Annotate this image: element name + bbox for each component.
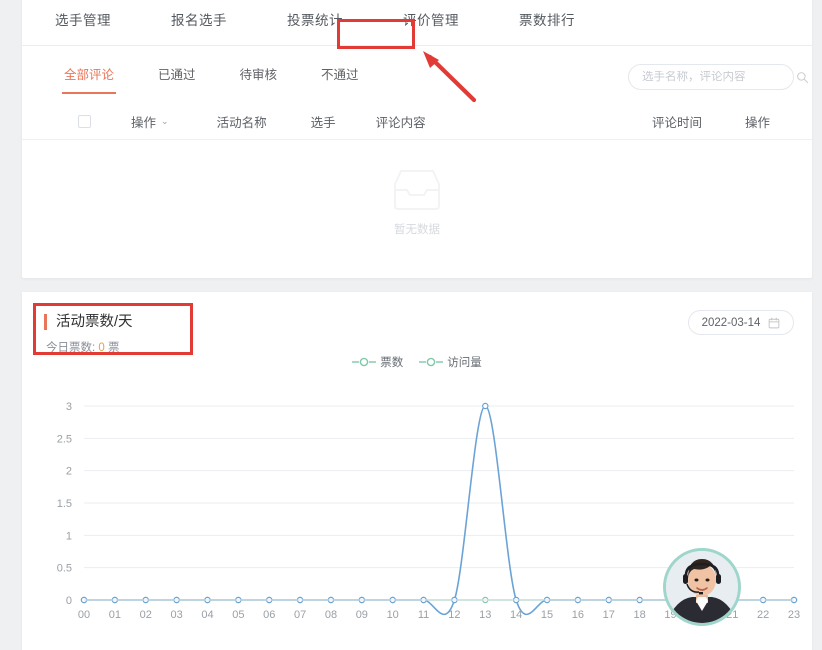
y-axis-tick-label: 2.5 (57, 433, 72, 445)
x-axis-tick-label: 16 (572, 609, 584, 621)
x-axis-tick-label: 14 (510, 609, 522, 621)
search-icon (797, 71, 809, 83)
x-axis-tick-label: 18 (634, 609, 646, 621)
avatar-image (666, 551, 738, 623)
x-axis-tick-label: 17 (603, 609, 615, 621)
y-axis-tick-label: 0 (66, 595, 72, 607)
y-axis-tick-label: 2 (66, 466, 72, 478)
column-header-operation[interactable]: 操作 ⌄ (131, 112, 169, 131)
tab-vote-ranking[interactable]: 票数排行 (519, 0, 575, 46)
tab-registered-contestants[interactable]: 报名选手 (171, 0, 227, 46)
y-axis-tick-label: 1.5 (57, 498, 72, 510)
filter-all-comments[interactable]: 全部评论 (61, 64, 117, 94)
column-header-player: 选手 (310, 116, 336, 130)
x-axis-tick-label: 00 (78, 609, 90, 621)
today-votes-unit: 票 (104, 342, 120, 354)
tab-evaluation-management[interactable]: 评价管理 (403, 0, 459, 46)
x-axis-tick-label: 07 (294, 609, 306, 621)
x-axis-tick-label: 15 (541, 609, 553, 621)
today-votes-label: 今日票数: (46, 342, 99, 354)
page-root: 选手管理 报名选手 投票统计 评价管理 票数排行 全部评论 已通过 待审核 不通… (0, 0, 822, 650)
column-header-time: 评论时间 (651, 116, 702, 130)
x-axis-tick-label: 02 (140, 609, 152, 621)
x-axis-tick-label: 11 (418, 609, 429, 621)
main-tab-bar: 选手管理 报名选手 投票统计 评价管理 票数排行 (22, 0, 812, 46)
column-header-activity: 活动名称 (216, 116, 267, 130)
empty-state-text: 暂无数据 (394, 224, 440, 236)
filter-approved[interactable]: 已通过 (158, 64, 196, 89)
customer-service-avatar[interactable] (663, 548, 741, 626)
y-axis-tick-label: 3 (66, 401, 72, 413)
search-input[interactable] (642, 71, 796, 83)
x-axis-tick-label: 04 (201, 609, 213, 621)
legend-label-visits: 访问量 (447, 357, 482, 369)
x-axis-tick-label: 13 (479, 609, 491, 621)
x-axis-tick-label: 01 (109, 609, 121, 621)
date-picker-value: 2022-03-14 (701, 316, 761, 329)
chart-title: 活动票数/天 (44, 314, 133, 330)
calendar-icon (769, 317, 780, 328)
x-axis-tick-label: 08 (325, 609, 337, 621)
y-axis-tick-label: 1 (66, 530, 72, 542)
x-axis-tick-label: 09 (356, 609, 368, 621)
chevron-down-icon: ⌄ (161, 116, 169, 126)
filter-pending-review[interactable]: 待审核 (240, 64, 278, 89)
column-header-operation-label: 操作 (131, 116, 157, 130)
x-axis-tick-label: 23 (788, 609, 800, 621)
tab-contestant-management[interactable]: 选手管理 (55, 0, 111, 46)
column-header-action: 操作 (744, 116, 770, 130)
legend-item-visits[interactable]: 访问量 (419, 354, 482, 370)
today-votes-summary: 今日票数: 0 票 (46, 339, 120, 355)
annotation-arrow-icon (423, 51, 477, 103)
x-axis-tick-label: 03 (170, 609, 182, 621)
search-box[interactable] (628, 64, 809, 90)
x-axis-tick-label: 22 (757, 609, 769, 621)
select-all-checkbox[interactable] (78, 115, 91, 128)
filter-rejected[interactable]: 不通过 (321, 64, 359, 89)
x-axis-tick-label: 10 (387, 609, 399, 621)
table-header-row: 操作 ⌄ 活动名称 选手 评论内容 评论时间 操作 (22, 104, 812, 140)
chart-legend: 票数 访问量 (22, 354, 812, 370)
date-picker[interactable]: 2022-03-14 (688, 310, 794, 335)
inbox-empty-icon (394, 170, 440, 210)
legend-label-votes: 票数 (380, 357, 404, 369)
x-axis-tick-label: 12 (448, 609, 460, 621)
x-axis-tick-label: 06 (263, 609, 275, 621)
empty-state: 暂无数据 (22, 166, 812, 237)
column-header-content: 评论内容 (375, 116, 426, 130)
legend-marker-visits-icon (419, 357, 444, 367)
data-point (482, 402, 489, 410)
x-axis-tick-label: 05 (232, 609, 244, 621)
comment-management-card: 选手管理 报名选手 投票统计 评价管理 票数排行 全部评论 已通过 待审核 不通… (22, 0, 812, 278)
legend-marker-votes-icon (352, 357, 377, 367)
y-axis-tick-label: 0.5 (57, 563, 72, 575)
legend-item-votes[interactable]: 票数 (352, 354, 403, 370)
tab-vote-statistics[interactable]: 投票统计 (287, 0, 343, 46)
